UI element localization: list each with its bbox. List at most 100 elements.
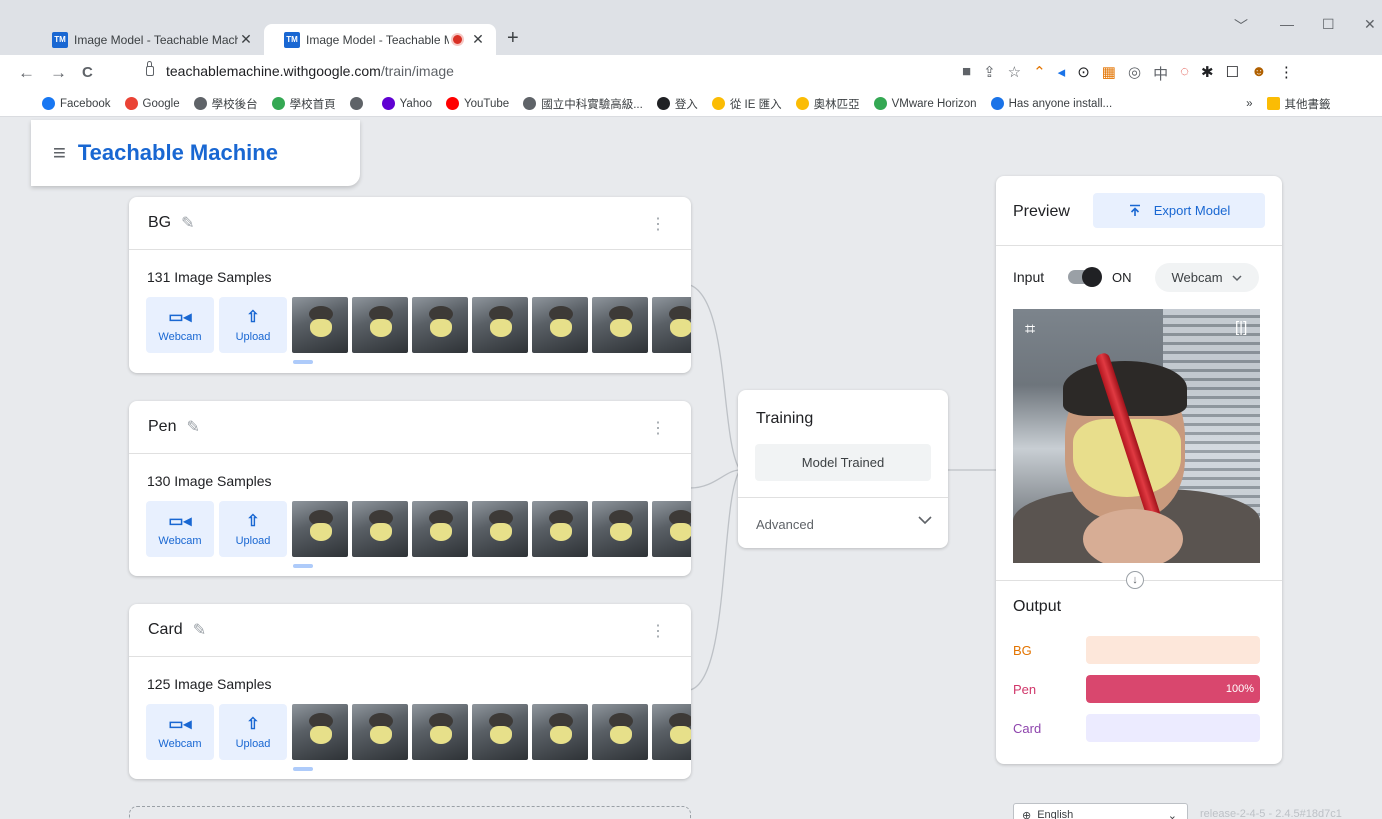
sample-thumbnail[interactable]: [292, 501, 348, 557]
advanced-toggle[interactable]: Advanced: [756, 517, 814, 532]
thumbnail-scrollbar[interactable]: [293, 564, 313, 568]
class-name[interactable]: BG: [148, 214, 171, 232]
sample-count: 130 Image Samples: [147, 473, 272, 489]
sample-thumbnail[interactable]: [532, 704, 588, 760]
sample-thumbnail[interactable]: [412, 297, 468, 353]
confidence-percent: 100%: [1225, 683, 1254, 695]
sample-thumbnail[interactable]: [472, 501, 528, 557]
output-class-label: Card: [1013, 721, 1042, 736]
connector-line: [689, 469, 741, 691]
crop-icon[interactable]: ⌗: [1025, 319, 1035, 340]
more-options-icon[interactable]: ⋮: [650, 214, 666, 234]
globe-icon: ⊕: [1022, 809, 1032, 819]
confidence-bar: [1086, 714, 1260, 742]
sample-thumbnail[interactable]: [352, 704, 408, 760]
video-camera-icon: ▭◂: [168, 716, 192, 733]
sample-thumbnail[interactable]: [652, 501, 691, 557]
input-toggle[interactable]: [1068, 267, 1102, 287]
class-header: Card ✎ ⋮: [129, 604, 691, 657]
upload-label: Upload: [235, 535, 271, 547]
input-source-value: Webcam: [1171, 270, 1223, 285]
language-value: English: [1037, 809, 1074, 819]
edit-pencil-icon[interactable]: ✎: [186, 417, 199, 437]
more-options-icon[interactable]: ⋮: [650, 621, 666, 641]
sample-thumbnail[interactable]: [412, 704, 468, 760]
divider: [738, 497, 948, 498]
video-camera-icon: ▭◂: [168, 309, 192, 326]
output-row: Pen 100%: [1013, 675, 1263, 703]
sample-thumbnail[interactable]: [652, 297, 691, 353]
confidence-bar: 100%: [1086, 675, 1260, 703]
video-camera-icon: ▭◂: [168, 513, 192, 530]
more-options-icon[interactable]: ⋮: [650, 418, 666, 438]
output-row: Card: [1013, 714, 1263, 742]
sample-thumbnail[interactable]: [352, 501, 408, 557]
output-row: BG: [1013, 636, 1263, 664]
sample-thumbnail[interactable]: [652, 704, 691, 760]
webcam-label: Webcam: [158, 331, 202, 343]
train-model-button[interactable]: Model Trained: [755, 444, 931, 481]
input-label: Input: [1013, 269, 1045, 285]
connector-line: [689, 469, 741, 489]
upload-button[interactable]: ⇧ Upload: [219, 297, 287, 353]
upload-icon: ⇧: [246, 309, 260, 326]
edit-pencil-icon[interactable]: ✎: [193, 620, 206, 640]
sample-thumbnail[interactable]: [592, 297, 648, 353]
chevron-down-icon: [1232, 274, 1242, 281]
confidence-bar: [1086, 636, 1260, 664]
upload-button[interactable]: ⇧ Upload: [219, 501, 287, 557]
upload-label: Upload: [235, 331, 271, 343]
export-label: Export Model: [1153, 203, 1231, 218]
edit-pencil-icon[interactable]: ✎: [181, 213, 194, 233]
divider: [996, 245, 1282, 246]
input-source-select[interactable]: Webcam: [1155, 263, 1259, 292]
output-class-label: BG: [1013, 643, 1032, 658]
sample-thumbnail[interactable]: [352, 297, 408, 353]
output-title: Output: [1013, 598, 1062, 615]
arrow-down-icon: ↓: [1126, 571, 1144, 589]
sample-thumbnail[interactable]: [292, 704, 348, 760]
thumbnail-scrollbar[interactable]: [293, 360, 313, 364]
chevron-down-icon[interactable]: [916, 511, 934, 529]
sample-thumbnail[interactable]: [292, 297, 348, 353]
output-class-label: Pen: [1013, 682, 1037, 697]
sample-thumbnail[interactable]: [592, 501, 648, 557]
toggle-state-label: ON: [1112, 270, 1132, 285]
export-model-button[interactable]: Export Model: [1093, 193, 1265, 228]
class-header: BG ✎ ⋮: [129, 197, 691, 250]
class-name[interactable]: Card: [148, 621, 183, 639]
training-title: Training: [756, 410, 814, 427]
upload-icon: ⇧: [246, 716, 260, 733]
upload-icon: ⇧: [246, 513, 260, 530]
preview-panel: Preview Export Model Input ON Webcam ⌗ […: [996, 176, 1282, 764]
chevron-down-icon: ⌄: [1167, 809, 1177, 819]
webcam-preview: ⌗ [|]: [1013, 309, 1260, 563]
connector-line: [689, 284, 741, 471]
class-name[interactable]: Pen: [148, 418, 176, 436]
thumbnail-scrollbar[interactable]: [293, 767, 313, 771]
webcam-label: Webcam: [158, 738, 202, 750]
flip-icon[interactable]: [|]: [1235, 319, 1247, 336]
release-version: release-2-4-5 - 2.4.5#18d7c1: [1200, 808, 1342, 819]
language-select[interactable]: ⊕ English ⌄: [1013, 803, 1188, 819]
upload-button[interactable]: ⇧ Upload: [219, 704, 287, 760]
sample-count: 125 Image Samples: [147, 676, 272, 692]
sample-thumbnail[interactable]: [532, 297, 588, 353]
webcam-button[interactable]: ▭◂ Webcam: [146, 297, 214, 353]
class-card-bg: BG ✎ ⋮ 131 Image Samples ▭◂ Webcam ⇧ Uploa…: [129, 197, 691, 373]
sample-thumbnail[interactable]: [412, 501, 468, 557]
class-header: Pen ✎ ⋮: [129, 401, 691, 454]
toggle-knob: [1082, 267, 1102, 287]
sample-thumbnail[interactable]: [592, 704, 648, 760]
add-class-button[interactable]: [129, 806, 691, 819]
class-card-card: Card ✎ ⋮ 125 Image Samples ▭◂ Webcam ⇧ Upl…: [129, 604, 691, 779]
webcam-button[interactable]: ▭◂ Webcam: [146, 501, 214, 557]
training-panel: Training Model Trained Advanced: [738, 390, 948, 548]
preview-title: Preview: [1013, 203, 1070, 220]
sample-count: 131 Image Samples: [147, 269, 272, 285]
sample-thumbnail[interactable]: [532, 501, 588, 557]
sample-thumbnail[interactable]: [472, 297, 528, 353]
webcam-label: Webcam: [158, 535, 202, 547]
sample-thumbnail[interactable]: [472, 704, 528, 760]
webcam-button[interactable]: ▭◂ Webcam: [146, 704, 214, 760]
